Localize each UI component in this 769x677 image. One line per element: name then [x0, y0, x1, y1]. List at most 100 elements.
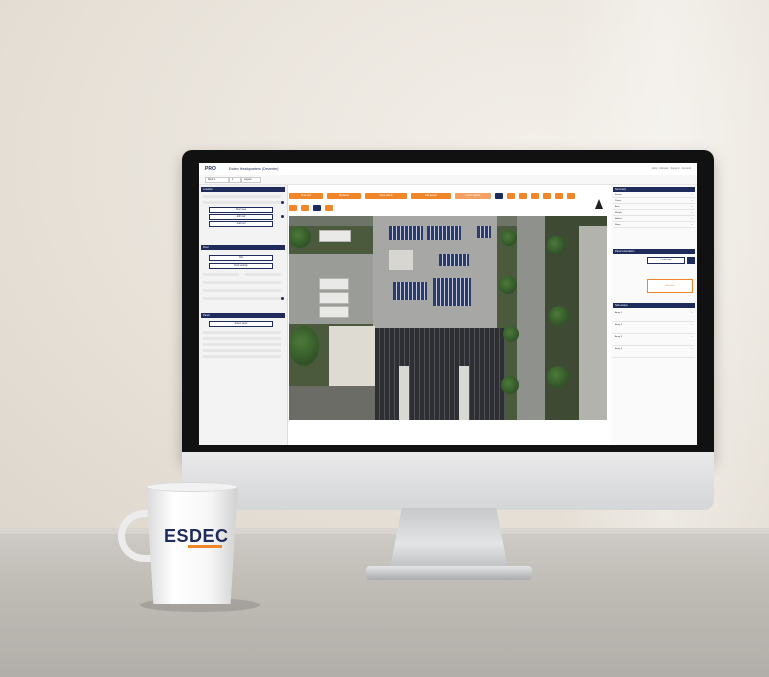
roof-strip-2 [459, 366, 469, 420]
subarray-row[interactable]: Array 3 — [613, 335, 695, 346]
roof-select[interactable]: Roof 1 [205, 177, 229, 183]
layout-select[interactable]: Layout [241, 177, 261, 183]
building-right [579, 226, 607, 420]
row-value: — [690, 212, 693, 214]
help-icon[interactable] [567, 193, 575, 199]
row-value: — [690, 348, 693, 350]
map-toolbar: Draw roof Obstacles Place panels Edit pa… [289, 185, 607, 211]
row-key: Array 4 [615, 348, 623, 350]
toggle-icon[interactable] [687, 257, 695, 264]
row-key: Ballast [615, 218, 622, 220]
row-value: — [690, 224, 693, 226]
monitor-base [366, 566, 532, 580]
select-panel-button[interactable]: Select panel [209, 321, 273, 327]
location-header: Location [201, 187, 285, 192]
app-logo[interactable]: PRO [205, 166, 216, 172]
place-panels-button[interactable]: Place panels [365, 193, 407, 199]
truck-2 [319, 278, 349, 290]
solar-array-4 [393, 282, 427, 300]
road-right [517, 216, 545, 420]
row-key: Weight [615, 212, 622, 214]
subarray-row[interactable]: Array 2 — [613, 323, 695, 334]
draw-roof-button[interactable]: Draw roof [289, 193, 323, 199]
redo-icon[interactable] [519, 193, 527, 199]
tree [547, 236, 565, 254]
row-value: — [690, 218, 693, 220]
solar-array-5 [433, 278, 471, 306]
subarray-row[interactable]: Array 1 — [613, 311, 695, 322]
row-value: — [690, 324, 693, 326]
edit-roof-button[interactable]: Edit roof [209, 214, 273, 220]
add-roof-button[interactable]: Add roof [209, 221, 273, 227]
tree [547, 366, 569, 388]
panel-row-3 [203, 343, 281, 346]
satellite-map[interactable] [289, 216, 607, 420]
roof-strip-1 [399, 366, 409, 420]
solar-array-3 [439, 254, 469, 266]
select-icon[interactable] [495, 193, 503, 199]
subarray-row[interactable]: Array 4 — [613, 347, 695, 358]
panel-row-1 [203, 331, 281, 334]
fullscreen-icon[interactable] [325, 205, 333, 211]
edit-panels-button[interactable]: Edit panels [411, 193, 451, 199]
info-icon[interactable] [281, 201, 284, 204]
panel-row-2 [203, 337, 281, 340]
address-field-2[interactable] [203, 201, 281, 204]
solar-array-1 [389, 226, 423, 240]
field-d[interactable] [203, 289, 281, 292]
tree [503, 326, 519, 342]
row-value: — [690, 200, 693, 202]
tree [499, 276, 517, 294]
field-a[interactable] [203, 273, 239, 276]
app-subbar: Roof 1 1 Layout [199, 175, 697, 185]
index-select[interactable]: 1 [229, 177, 241, 183]
roof-header: Roof [201, 245, 285, 250]
layers-icon[interactable] [555, 193, 563, 199]
summary-row: Weight — [613, 211, 695, 216]
row-value: — [690, 336, 693, 338]
measure-icon[interactable] [301, 205, 309, 211]
summary-row: Rows — [613, 223, 695, 228]
camera-icon[interactable] [313, 205, 321, 211]
roof-area-button[interactable]: Roof area [209, 207, 273, 213]
field-b[interactable] [245, 273, 281, 276]
pan-icon[interactable] [289, 205, 297, 211]
obstacles-button[interactable]: Obstacles [327, 193, 361, 199]
roof-unit [389, 250, 413, 270]
orientation-header: Panel orientation [613, 249, 695, 254]
desk-edge [0, 528, 769, 534]
lot-bottom [289, 386, 375, 420]
row-key: Array 1 [615, 312, 623, 314]
project-title: Esdec Headquarters (Deventer) [229, 167, 279, 171]
zoom-in-icon[interactable] [531, 193, 539, 199]
monitor-chin [182, 452, 714, 510]
flat-roof-button[interactable]: Flat [209, 255, 273, 261]
monitor-stand [390, 508, 508, 568]
account-links[interactable]: Help · Manual · Support · Account [652, 167, 691, 170]
layout-options-button[interactable]: Layout options [455, 193, 491, 199]
settings-icon[interactable] [281, 215, 284, 218]
truck-4 [319, 306, 349, 318]
row-value: — [690, 206, 693, 208]
left-panel: Location Roof area Edit roof Add roof Ro… [199, 185, 288, 445]
generate-button[interactable]: Generate [647, 279, 693, 293]
row-key: Array 3 [615, 336, 623, 338]
info-icon-2[interactable] [281, 297, 284, 300]
zoom-out-icon[interactable] [543, 193, 551, 199]
solar-array-6 [477, 226, 491, 238]
monitor-screen: PRO Esdec Headquarters (Deventer) Help ·… [199, 163, 697, 445]
tree [501, 230, 517, 246]
dark-roof-section [375, 328, 505, 420]
panel-row-5 [203, 355, 281, 358]
tree [549, 306, 569, 326]
roof-settings-button[interactable]: Roof settings [209, 263, 273, 269]
right-panel: Summary Panels — Power — Area — Weight — Bal… [611, 185, 697, 445]
row-key: Panels [615, 194, 622, 196]
field-e[interactable] [203, 297, 281, 300]
mug-logo: ESDEC [164, 526, 229, 546]
orientation-select[interactable]: Landscape [647, 257, 685, 264]
undo-icon[interactable] [507, 193, 515, 199]
address-field[interactable] [203, 195, 281, 198]
field-c[interactable] [203, 281, 281, 284]
tree [289, 326, 319, 366]
